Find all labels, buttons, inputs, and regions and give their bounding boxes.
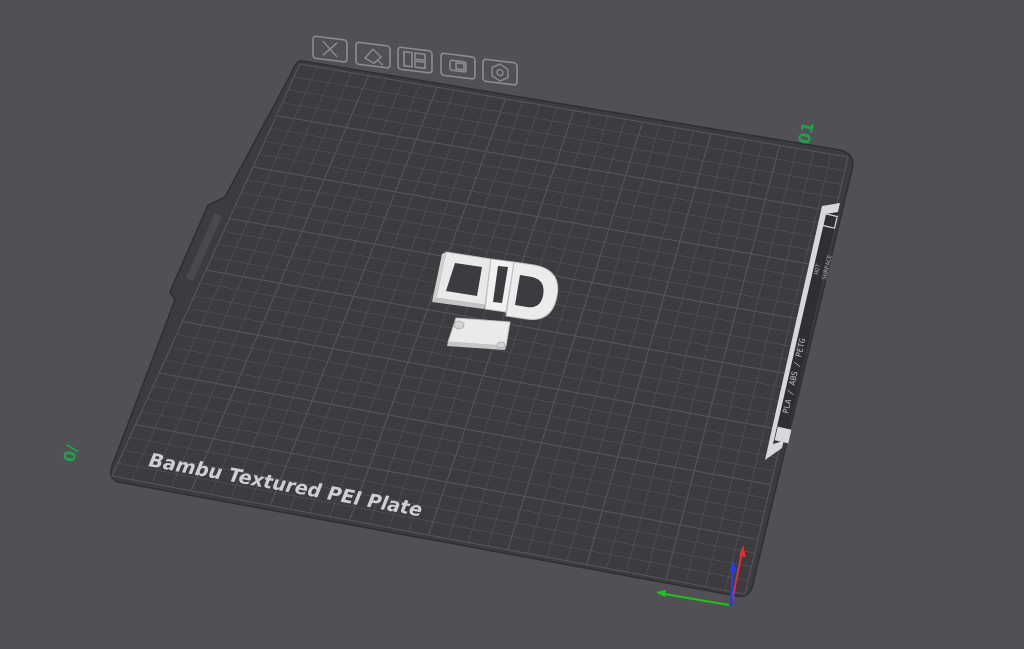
x-axis-arrow xyxy=(656,590,666,597)
delete-plate-icon[interactable] xyxy=(312,35,348,63)
x-axis-line xyxy=(657,592,730,606)
origin-label: 0/ xyxy=(59,443,81,464)
auto-orient-icon[interactable] xyxy=(355,41,391,69)
arrange-icon[interactable] xyxy=(397,46,433,74)
plate-number-label: 01 xyxy=(794,120,818,146)
3d-viewport[interactable]: PLA / ABS / PETG HOT SURFACE Bambu Textu… xyxy=(0,0,1024,649)
lock-plate-icon[interactable] xyxy=(440,52,476,80)
plate-settings-icon[interactable] xyxy=(482,58,518,86)
